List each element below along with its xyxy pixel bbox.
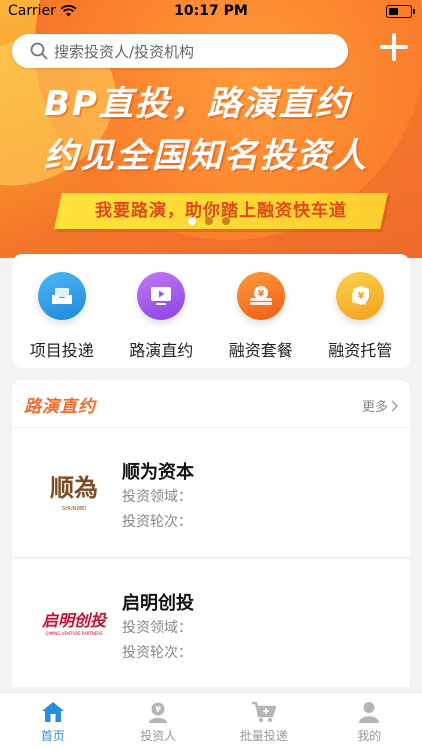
investment-round-label: 投资轮次：: [122, 645, 192, 661]
investor-card[interactable]: 顺為 SHUNWEI 顺为资本 投资领域： 投资轮次：: [12, 428, 410, 556]
chevron-right-icon: [391, 400, 398, 411]
investor-logo: 启明创投 QIMING VENTURE PARTNERS: [34, 585, 114, 661]
svg-text:QIMING VENTURE PARTNERS: QIMING VENTURE PARTNERS: [45, 631, 103, 636]
clock: 10:17 PM: [174, 3, 248, 19]
svg-text:SHUNWEI: SHUNWEI: [62, 506, 86, 512]
search-icon: [30, 42, 48, 60]
quick-action-label: 项目投递: [29, 341, 94, 360]
investor-name: 启明创投: [122, 593, 194, 614]
home-icon: [41, 702, 64, 722]
carousel-dot[interactable]: [205, 217, 213, 225]
quick-actions-panel: 项目投递 路演直约 ¥ 融资套餐 ¥ 融资托管: [12, 254, 410, 368]
tab-investors[interactable]: ¥ 投资人: [118, 693, 198, 750]
battery-icon: [386, 5, 415, 18]
carousel-indicator: [188, 217, 230, 225]
add-icon[interactable]: [380, 33, 408, 61]
status-bar: Carrier 10:17 PM: [0, 0, 422, 24]
banner-headline: BP直投，路演直约: [44, 84, 351, 124]
investor-logo: 顺為 SHUNWEI: [34, 454, 114, 530]
investment-round-label: 投资轮次：: [122, 514, 192, 530]
banner-subheadline: 约见全国知名投资人: [44, 136, 368, 176]
tab-label: 投资人: [140, 729, 177, 743]
tab-label: 我的: [357, 729, 382, 743]
section-title: 路演直约: [24, 397, 96, 417]
svg-text:¥: ¥: [358, 292, 365, 302]
more-label: 更多: [361, 400, 388, 415]
svg-text:¥: ¥: [155, 705, 161, 714]
inbox-tray-icon: [37, 272, 86, 320]
quick-action-financing-custody[interactable]: ¥ 融资托管: [315, 272, 405, 368]
quick-action-project-submit[interactable]: 项目投递: [17, 272, 107, 368]
tab-me[interactable]: 我的: [329, 693, 409, 750]
tab-bar: 首页 ¥ 投资人 批量投递 我的: [0, 692, 422, 750]
carousel-dot[interactable]: [188, 217, 196, 225]
svg-text:启明创投: 启明创投: [41, 611, 108, 630]
investor-icon: ¥: [149, 702, 168, 723]
tab-label: 首页: [40, 729, 65, 743]
tab-home[interactable]: 首页: [13, 693, 93, 750]
carousel-dot[interactable]: [222, 217, 230, 225]
tab-batch-submit[interactable]: 批量投递: [224, 693, 304, 750]
play-video-icon: [137, 272, 186, 320]
investment-field-label: 投资领域：: [122, 620, 192, 636]
qiming-logo: 启明创投 QIMING VENTURE PARTNERS: [41, 611, 108, 636]
quick-action-roadshow[interactable]: 路演直约: [116, 272, 206, 368]
svg-text:¥: ¥: [258, 290, 265, 300]
yuan-shield-icon: ¥: [336, 272, 385, 320]
search-placeholder: 搜索投资人/投资机构: [54, 42, 195, 61]
roadshow-section-header: 路演直约 更多: [12, 380, 410, 428]
quick-action-label: 融资套餐: [228, 341, 293, 360]
quick-action-financing-package[interactable]: ¥ 融资套餐: [216, 272, 306, 368]
search-input[interactable]: 搜索投资人/投资机构: [12, 34, 348, 68]
coin-stack-icon: ¥: [236, 272, 285, 320]
tab-label: 批量投递: [239, 729, 288, 743]
investor-name: 顺为资本: [122, 462, 194, 483]
investor-card[interactable]: 启明创投 QIMING VENTURE PARTNERS 启明创投 投资领域： …: [12, 559, 410, 687]
investment-field-label: 投资领域：: [122, 489, 192, 505]
quick-action-label: 融资托管: [328, 341, 393, 360]
svg-text:顺為: 顺為: [50, 473, 98, 502]
quick-action-label: 路演直约: [129, 341, 194, 360]
cart-icon: [251, 701, 276, 722]
more-link[interactable]: 更多: [362, 396, 398, 415]
user-icon: [359, 702, 380, 723]
shunwei-logo: 顺為 SHUNWEI: [50, 473, 98, 512]
